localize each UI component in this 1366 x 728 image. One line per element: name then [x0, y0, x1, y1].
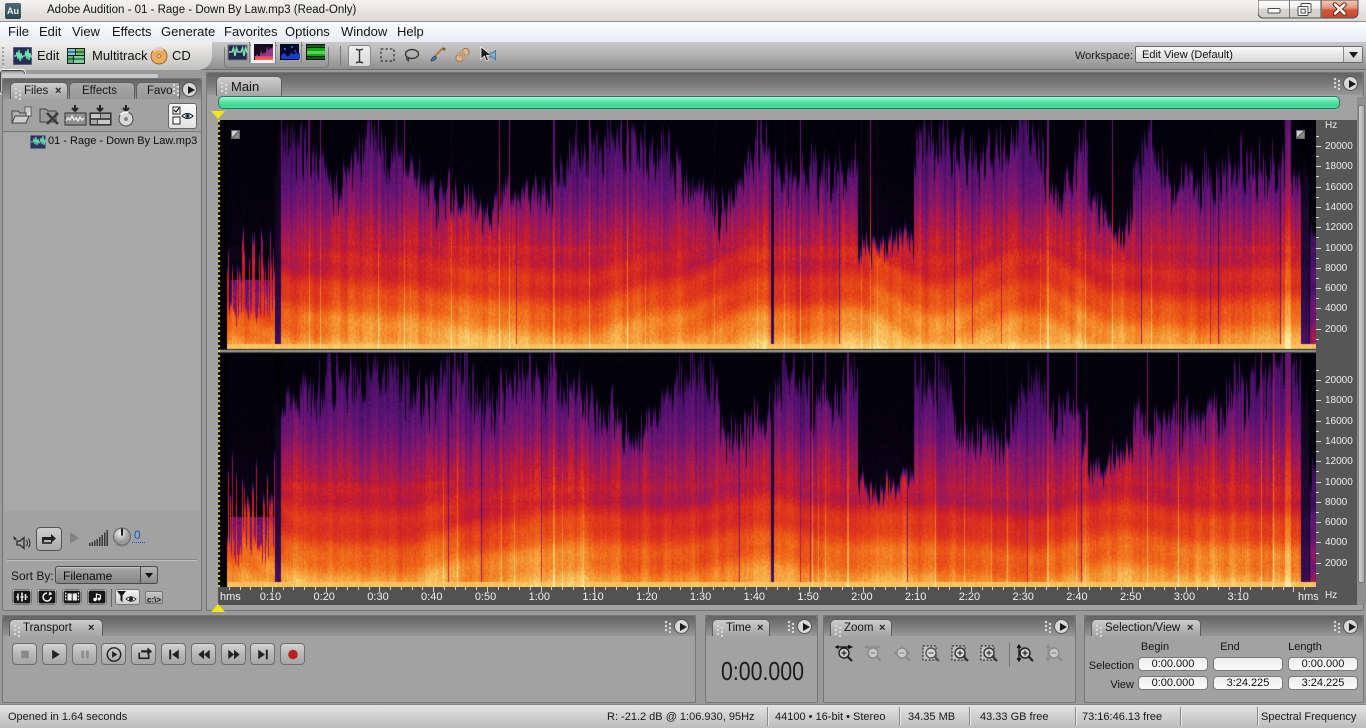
svg-text:c:\>: c:\>	[147, 596, 161, 605]
